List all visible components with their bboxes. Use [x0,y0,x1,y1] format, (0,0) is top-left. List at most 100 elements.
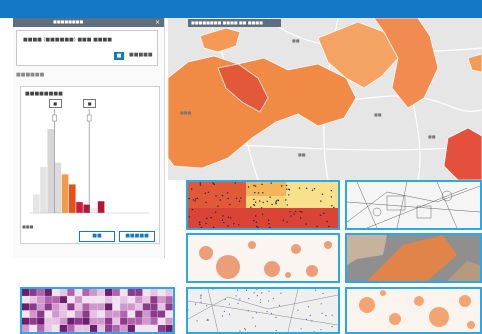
road-dot [254,325,257,327]
density-dot [226,192,229,194]
grid-cell [165,303,173,311]
density-dot [299,217,302,219]
grid-cell [142,317,150,325]
road-dot [320,303,322,305]
density-dot [227,197,229,200]
density-dot [188,216,190,218]
cancel-button[interactable]: ■■■■■ [119,231,155,242]
road-dot [239,298,241,300]
grid-cell [74,325,83,332]
grid-cell [120,317,128,325]
grid-cell [142,296,150,304]
field-selector-text[interactable]: ■■■■ (■■■■■■) ■■■ ■■■■ [23,37,112,43]
thumbnail-street-lines[interactable] [345,180,482,230]
map-district-2[interactable] [168,55,357,169]
road-dot [321,312,323,314]
grid-cell [97,296,105,304]
density-dot [271,203,273,206]
road-dot [223,310,225,312]
panel-title: ■■■■■■■■ [53,19,84,24]
road-dot [206,305,208,307]
density-dot [270,182,272,184]
grid-cell [150,303,158,311]
thumbnail-proportional-circles[interactable] [186,233,340,283]
grid-cell [97,289,105,296]
grid-cell [22,296,30,304]
grid-cell [112,289,120,296]
grid-cell [165,325,173,332]
histogram-bar [61,174,69,213]
density-dot [321,193,324,195]
thumbnail-purple-grid[interactable] [20,287,175,334]
density-dot [199,223,201,226]
density-dot [205,222,207,225]
grid-cell [89,303,98,311]
road-dot [255,312,257,314]
low-threshold-label[interactable]: ■ [48,99,62,108]
road-dot [280,292,282,294]
map-district-7[interactable] [467,53,482,73]
grid-cell [37,289,45,296]
thumbnail-dot-density[interactable] [186,180,340,230]
density-dot [253,204,255,206]
grid-cell [67,317,75,325]
grid-cell [165,317,173,325]
grid-cell [105,325,113,332]
histogram-bar [90,207,98,213]
road-dot [331,326,333,328]
grid-cell [37,296,45,304]
density-dot [227,225,229,227]
density-dot [330,190,333,192]
road-dot [207,318,209,321]
density-dot [255,221,258,223]
ok-button[interactable]: ■■ [79,231,115,242]
density-dot [254,185,257,187]
density-dot [326,220,328,223]
low-threshold-line-handle[interactable] [52,114,57,122]
grid-cell [29,317,37,325]
density-dot [280,185,283,187]
road-dot [237,289,239,291]
density-dot [313,188,316,190]
road-dot [259,301,261,303]
road-dot [221,315,224,317]
road-dot [195,303,197,305]
map-district-6[interactable] [443,127,482,180]
density-dot [235,197,238,200]
grid-cell [135,296,143,304]
thumbnail-dot-roads[interactable] [186,287,340,334]
grid-cell [135,303,143,311]
apply-button[interactable]: ■ [114,52,124,60]
grid-cell [97,310,105,318]
density-dot [221,194,224,197]
density-dot [311,189,314,191]
thumbnail-orange-circles[interactable] [345,287,482,334]
road-dot [212,289,214,290]
high-threshold-line-handle[interactable] [86,114,92,122]
close-icon[interactable]: × [153,18,162,27]
choropleth-map[interactable]: ■■ ■■ ■■ ■■■ ■■ [168,18,482,180]
grid-cell [135,310,143,318]
road-dot [300,328,302,330]
high-threshold-label[interactable]: ■ [83,99,97,108]
density-dot [301,211,303,213]
density-dot [207,191,210,193]
density-dot [286,221,288,223]
density-dot [198,221,201,224]
grid-cell [157,310,166,318]
grid-cell [52,325,60,332]
road-dot [244,328,246,330]
grid-cell [67,303,75,311]
density-dot [253,198,255,201]
density-dot [222,215,224,217]
grid-cell [157,317,166,325]
map-district-1[interactable] [199,27,241,53]
grid-cell [150,296,158,304]
grid-cell [142,325,150,332]
density-dot [259,200,261,202]
thumbnail-dark-terrain[interactable] [345,233,482,283]
density-dot [261,213,264,215]
options-link[interactable]: ■■■■■ [129,52,153,58]
density-dot [267,219,270,221]
density-dot [195,198,197,200]
